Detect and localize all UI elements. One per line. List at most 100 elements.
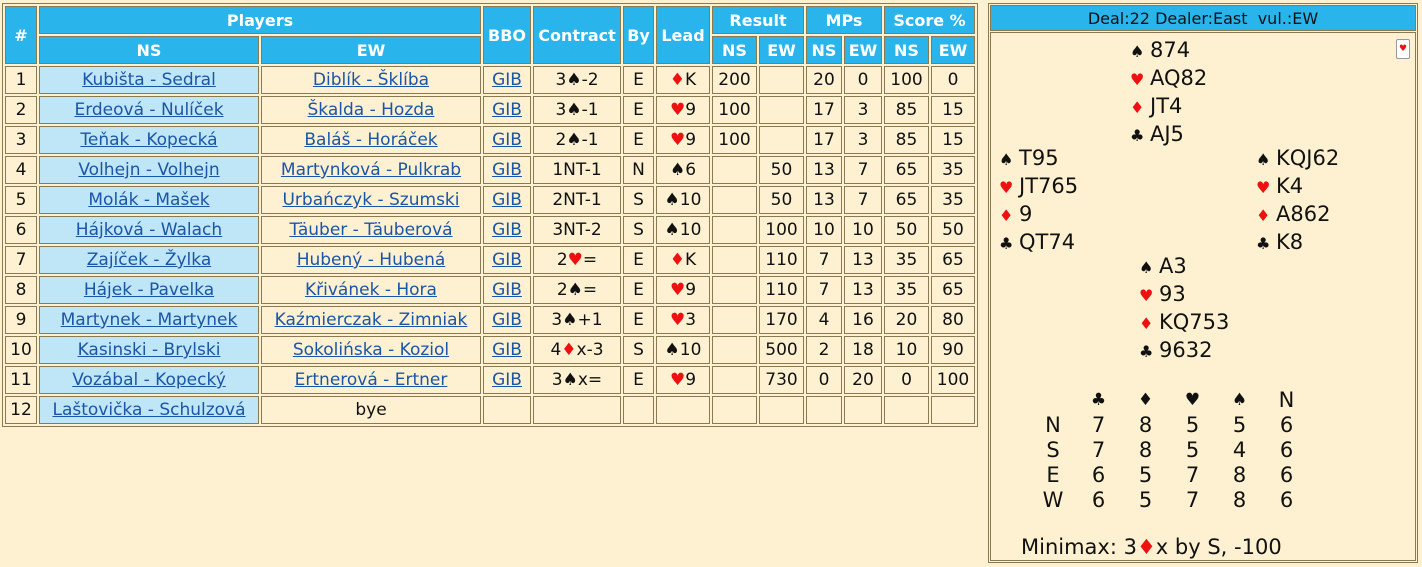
pair-ns-link[interactable]: Hájková - Walach xyxy=(76,220,222,240)
hand-south: ♠ A3 ♥ 93 ♦ KQ753 ♣ 9632 xyxy=(1139,253,1229,365)
header-score: Score % xyxy=(884,6,975,34)
east-spades: ♠ KQJ62 xyxy=(1256,145,1339,173)
row-number-cell: 6 xyxy=(5,216,37,244)
dd-tricks: 6 xyxy=(1091,462,1106,487)
club-icon: ♣ xyxy=(1130,126,1145,145)
pair-ew-link[interactable]: Täuber - Täuberová xyxy=(289,220,452,240)
pair-ew-link[interactable]: Ertnerová - Ertner xyxy=(295,370,448,390)
north-diamonds: ♦ JT4 xyxy=(1130,93,1207,121)
pair-ew-link-cell: Kaźmierczak - Zimniak xyxy=(261,306,481,334)
pair-ns-link[interactable]: Hájek - Pavelka xyxy=(84,280,214,300)
bbo-link-cell: GIB xyxy=(483,66,531,94)
spade-icon: ♠ xyxy=(566,130,582,150)
bbo-link[interactable]: GIB xyxy=(492,280,522,300)
east-diamonds: ♦ A862 xyxy=(1256,201,1339,229)
pair-ns-link[interactable]: Laštovička - Schulzová xyxy=(52,400,245,420)
pair-ns-link[interactable]: Martynek - Martynek xyxy=(61,310,238,330)
pair-ns-link-cell: Molák - Mašek xyxy=(39,186,259,214)
pair-ns-link[interactable]: Vozábal - Kopecký xyxy=(72,370,226,390)
table-row: 8 Hájek - Pavelka Křivánek - Hora GIB 2♠= E ♥9… xyxy=(5,276,975,304)
table-row: 5 Molák - Mašek Urbańczyk - Szumski GIB 2NT-… xyxy=(5,186,975,214)
pair-ns-link[interactable]: Teňak - Kopecká xyxy=(80,130,217,150)
spade-icon: ♠ xyxy=(1231,389,1248,410)
club-icon: ♣ xyxy=(1090,389,1107,410)
south-diamonds: ♦ KQ753 xyxy=(1139,309,1229,337)
result-ns-cell: 100 xyxy=(712,96,757,124)
result-ew-cell xyxy=(759,126,804,154)
spade-icon: ♠ xyxy=(562,310,578,330)
card-icon[interactable]: ♥ xyxy=(1396,39,1410,59)
header-num: # xyxy=(5,6,37,64)
dd-tricks: 8 xyxy=(1138,437,1153,462)
pair-ns-link[interactable]: Kubišta - Sedral xyxy=(82,70,216,90)
mp-ew-cell: 20 xyxy=(844,366,882,394)
pair-ns-link-cell: Zajíček - Žylka xyxy=(39,246,259,274)
spade-icon: ♠ xyxy=(566,70,582,90)
dd-tricks: 6 xyxy=(1279,487,1294,512)
pair-ns-link[interactable]: Molák - Mašek xyxy=(88,190,209,210)
empty-cell xyxy=(806,396,842,424)
bbo-link[interactable]: GIB xyxy=(492,70,522,90)
bbo-link[interactable]: GIB xyxy=(492,220,522,240)
bbo-link[interactable]: GIB xyxy=(492,310,522,330)
dd-row: W 6 5 7 8 6 xyxy=(1031,487,1310,512)
club-icon: ♣ xyxy=(999,234,1014,253)
empty-cell xyxy=(623,396,654,424)
pair-ew-link[interactable]: Kaźmierczak - Zimniak xyxy=(275,310,468,330)
hand-north: ♠ 874 ♥ AQ82 ♦ JT4 ♣ AJ5 xyxy=(1130,37,1207,149)
pair-ew-link[interactable]: Diblík - Šklíba xyxy=(313,70,429,90)
deal-diagram: ♥ ♠ 874 ♥ AQ82 ♦ JT4 ♣ AJ5 ♠ T95 ♥ JT765 ♦ 9 ♣ Q… xyxy=(990,32,1416,561)
pair-ew-link[interactable]: Škalda - Hozda xyxy=(308,100,435,120)
bbo-link[interactable]: GIB xyxy=(492,340,522,360)
pair-ew-link[interactable]: Hubený - Hubená xyxy=(297,250,446,270)
lead-cell: ♥9 xyxy=(656,366,710,394)
mp-ns-cell: 17 xyxy=(806,96,842,124)
pair-ns-link[interactable]: Erdeová - Nulíček xyxy=(74,100,223,120)
result-ew-cell xyxy=(759,66,804,94)
dd-seat: N xyxy=(1045,412,1061,437)
diamond-icon: ♦ xyxy=(669,70,686,90)
bbo-link-cell: GIB xyxy=(483,336,531,364)
pair-ns-link[interactable]: Volhejn - Volhejn xyxy=(78,160,219,180)
pair-ns-link[interactable]: Kasinski - Brylski xyxy=(78,340,221,360)
result-ns-cell: 200 xyxy=(712,66,757,94)
bbo-link[interactable]: GIB xyxy=(492,250,522,270)
dd-tricks: 7 xyxy=(1185,462,1200,487)
bbo-link-cell: GIB xyxy=(483,126,531,154)
pair-ew-link[interactable]: Martynková - Pulkrab xyxy=(281,160,461,180)
pair-ew-link-cell: Baláš - Horáček xyxy=(261,126,481,154)
bbo-link[interactable]: GIB xyxy=(492,190,522,210)
diamond-icon: ♦ xyxy=(1137,389,1154,410)
diamond-icon: ♦ xyxy=(999,206,1014,225)
result-ew-cell: 50 xyxy=(759,156,804,184)
north-hearts: ♥ AQ82 xyxy=(1130,65,1207,93)
diamond-icon: ♦ xyxy=(1139,314,1154,333)
contract-cell: 2NT-1 xyxy=(533,186,621,214)
mp-ew-cell: 0 xyxy=(844,66,882,94)
result-ns-cell: 100 xyxy=(712,126,757,154)
pair-ew-link[interactable]: Urbańczyk - Szumski xyxy=(282,190,459,210)
pair-ns-link[interactable]: Zajíček - Žylka xyxy=(87,250,212,270)
pair-ew-link[interactable]: Baláš - Horáček xyxy=(304,130,437,150)
dd-tricks: 7 xyxy=(1091,412,1106,437)
pair-ew-link[interactable]: Křivánek - Hora xyxy=(305,280,437,300)
spade-icon: ♠ xyxy=(1256,150,1271,169)
header-by: By xyxy=(623,6,654,64)
spade-icon: ♠ xyxy=(664,190,680,210)
contract-cell: 4♦x-3 xyxy=(533,336,621,364)
bbo-link[interactable]: GIB xyxy=(492,130,522,150)
declarer-cell: E xyxy=(623,126,654,154)
pair-ns-link-cell: Martynek - Martynek xyxy=(39,306,259,334)
lead-cell: ♥9 xyxy=(656,96,710,124)
row-number-cell: 5 xyxy=(5,186,37,214)
declarer-cell: E xyxy=(623,96,654,124)
pair-ns-link-cell: Erdeová - Nulíček xyxy=(39,96,259,124)
bbo-link[interactable]: GIB xyxy=(492,160,522,180)
score-ns-cell: 0 xyxy=(884,366,929,394)
pair-ns-link-cell: Kasinski - Brylski xyxy=(39,336,259,364)
contract-cell: 2♠-1 xyxy=(533,126,621,154)
bbo-link[interactable]: GIB xyxy=(492,100,522,120)
pair-ew-link[interactable]: Sokolińska - Koziol xyxy=(293,340,449,360)
bbo-link[interactable]: GIB xyxy=(492,370,522,390)
pair-ew-link-cell: Täuber - Täuberová xyxy=(261,216,481,244)
